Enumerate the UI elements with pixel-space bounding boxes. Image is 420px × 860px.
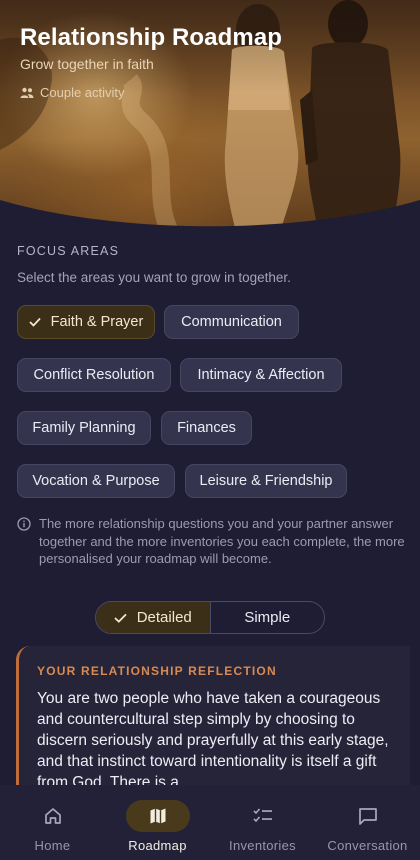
toggle-label: Detailed (136, 609, 192, 626)
focus-areas-heading: FOCUS AREAS (17, 244, 120, 258)
chip-communication[interactable]: Communication (164, 305, 299, 339)
bottom-navigation: Home Roadmap Inventories Conversation (0, 785, 420, 860)
chip-intimacy-affection[interactable]: Intimacy & Affection (180, 358, 342, 392)
chip-faith-prayer[interactable]: Faith & Prayer (17, 305, 155, 339)
nav-item-conversation[interactable]: Conversation (315, 785, 420, 860)
home-icon (44, 808, 61, 824)
nav-label: Home (34, 838, 71, 853)
chip-vocation-purpose[interactable]: Vocation & Purpose (17, 464, 175, 498)
page-title: Relationship Roadmap (20, 24, 283, 51)
toggle-label: Simple (244, 609, 291, 626)
chip-finances[interactable]: Finances (161, 411, 252, 445)
chip-label: Faith & Prayer (50, 314, 144, 330)
people-icon (20, 87, 34, 98)
chip-label: Vocation & Purpose (32, 473, 160, 489)
reflection-body: You are two people who have taken a cour… (37, 690, 389, 791)
chip-conflict-resolution[interactable]: Conflict Resolution (17, 358, 171, 392)
toggle-simple[interactable]: Simple (211, 602, 325, 633)
nav-label: Conversation (327, 838, 408, 853)
info-note: The more relationship questions you and … (17, 515, 407, 568)
checklist-icon (252, 808, 272, 823)
page-subtitle: Grow together in faith (20, 56, 154, 72)
info-icon (17, 517, 31, 531)
chip-leisure-friendship[interactable]: Leisure & Friendship (185, 464, 347, 498)
relationship-reflection-card: YOUR RELATIONSHIP REFLECTION You are two… (16, 646, 410, 806)
chip-label: Intimacy & Affection (197, 367, 325, 383)
nav-label: Roadmap (128, 838, 187, 853)
hero-banner: Relationship Roadmap Grow together in fa… (0, 0, 420, 232)
nav-item-inventories[interactable]: Inventories (210, 785, 315, 860)
couple-activity-tag: Couple activity (20, 85, 125, 100)
chip-label: Leisure & Friendship (199, 473, 333, 489)
map-icon (150, 808, 165, 824)
hero-curve-divider (0, 200, 420, 232)
chip-label: Communication (181, 314, 282, 330)
nav-item-roadmap[interactable]: Roadmap (105, 785, 210, 860)
chat-icon (358, 808, 377, 825)
checkmark-icon (29, 317, 41, 327)
chip-family-planning[interactable]: Family Planning (17, 411, 151, 445)
chip-label: Conflict Resolution (33, 367, 155, 383)
nav-item-home[interactable]: Home (0, 785, 105, 860)
nav-label: Inventories (229, 838, 296, 853)
chip-label: Finances (177, 420, 236, 436)
toggle-detailed[interactable]: Detailed (96, 602, 211, 633)
couple-activity-label: Couple activity (40, 85, 125, 100)
checkmark-icon (114, 613, 127, 623)
focus-areas-description: Select the areas you want to grow in tog… (17, 270, 291, 285)
info-text: The more relationship questions you and … (39, 516, 405, 566)
reflection-heading: YOUR RELATIONSHIP REFLECTION (37, 664, 277, 678)
chip-label: Family Planning (32, 420, 136, 436)
view-mode-toggle: Detailed Simple (95, 601, 325, 634)
